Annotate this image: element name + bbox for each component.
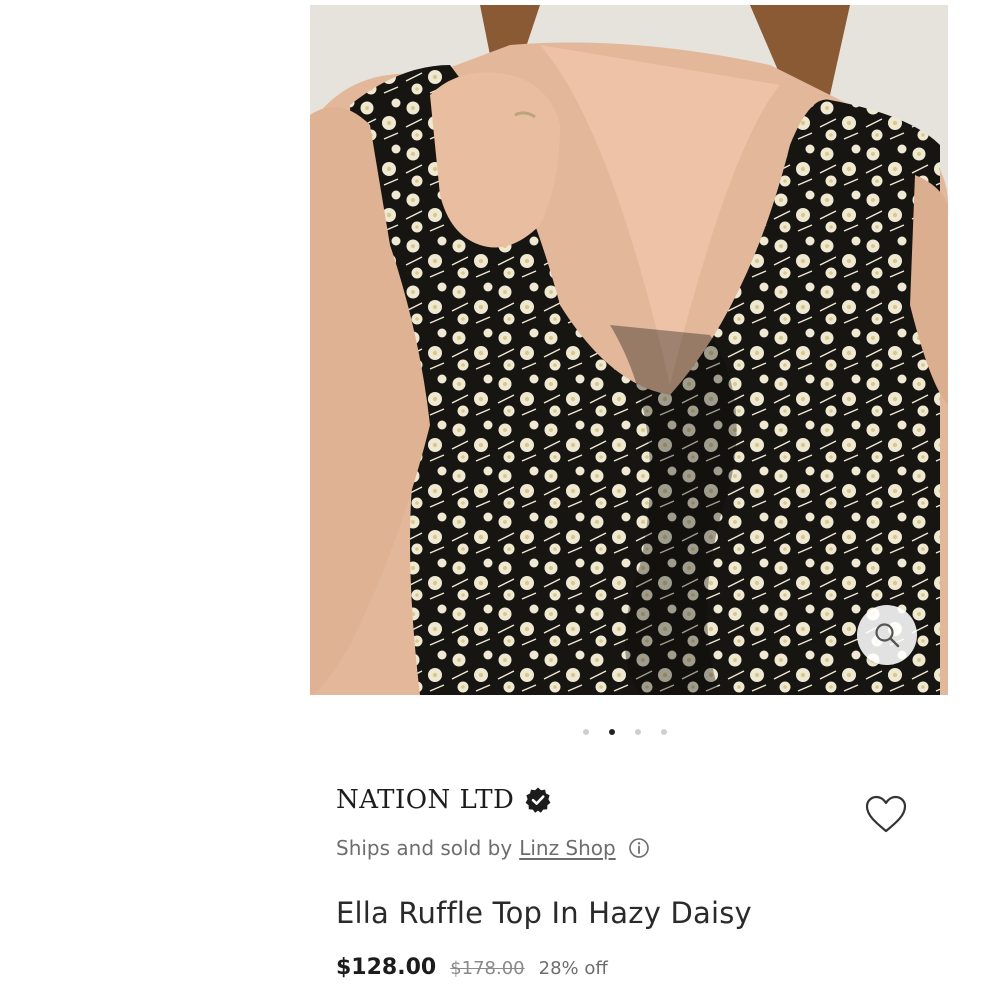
- carousel-dots: [583, 729, 667, 735]
- info-icon[interactable]: [628, 837, 650, 859]
- seller-prefix: Ships and sold by: [336, 836, 513, 860]
- product-photo: [310, 5, 948, 695]
- carousel-dot-active[interactable]: [609, 729, 615, 735]
- carousel-dot[interactable]: [583, 729, 589, 735]
- current-price: $128.00: [336, 955, 437, 980]
- price-row: $128.00 $178.00 28% off: [336, 955, 608, 980]
- carousel-dot[interactable]: [661, 729, 667, 735]
- zoom-button[interactable]: [857, 605, 917, 665]
- original-price: $178.00: [450, 958, 525, 979]
- carousel-dot[interactable]: [635, 729, 641, 735]
- product-image[interactable]: [310, 5, 948, 695]
- seller-row: Ships and sold by Linz Shop: [336, 836, 650, 860]
- discount-badge: 28% off: [538, 958, 608, 979]
- heart-icon[interactable]: [863, 793, 909, 835]
- brand-name[interactable]: NATION LTD: [336, 785, 514, 815]
- magnifier-icon: [875, 623, 900, 648]
- product-page: NATION LTD Ships and sold by Linz Shop E…: [0, 0, 1000, 1000]
- verified-badge-icon: [525, 787, 551, 813]
- seller-link[interactable]: Linz Shop: [519, 836, 616, 860]
- product-title: Ella Ruffle Top In Hazy Daisy: [336, 896, 752, 930]
- brand-row: NATION LTD: [336, 785, 552, 815]
